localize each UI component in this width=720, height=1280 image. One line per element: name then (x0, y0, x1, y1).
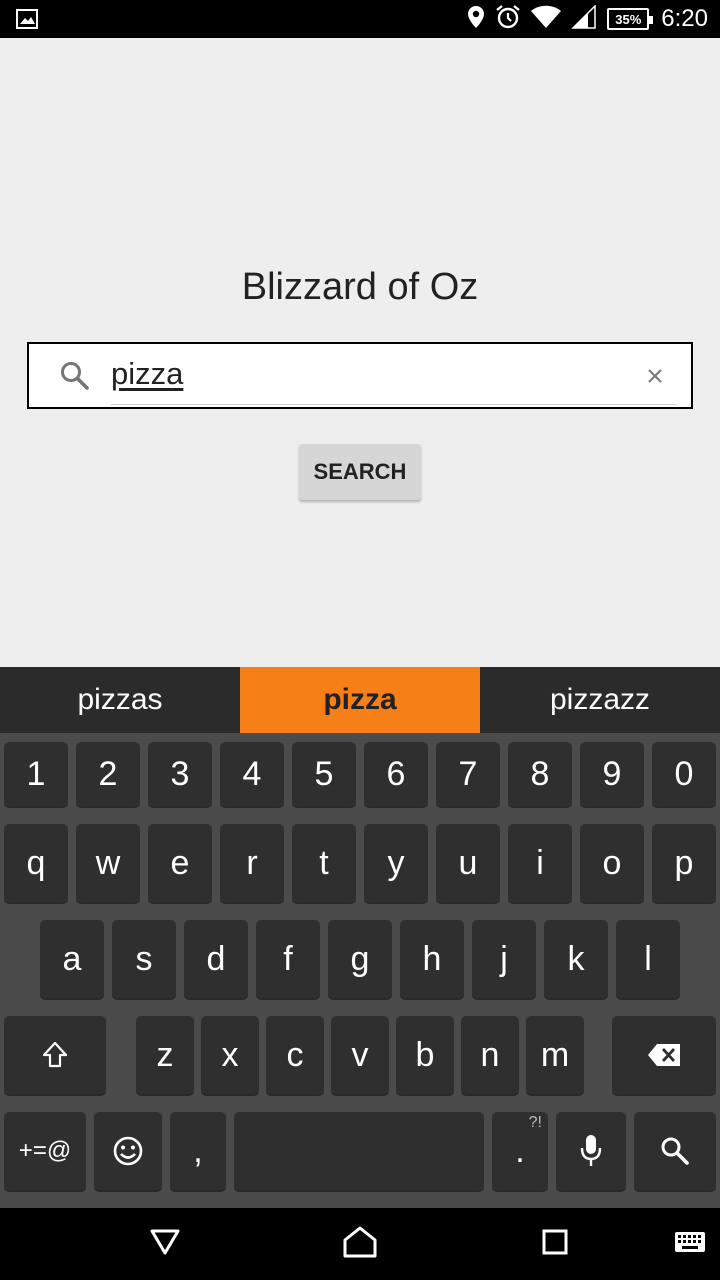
key-k[interactable]: k (544, 920, 608, 998)
key-u[interactable]: u (436, 824, 500, 902)
key-g[interactable]: g (328, 920, 392, 998)
search-key[interactable] (634, 1112, 716, 1190)
voice-input-key[interactable] (556, 1112, 626, 1190)
key-digit-7[interactable]: 7 (436, 742, 500, 806)
key-m[interactable]: m (526, 1016, 584, 1094)
key-o[interactable]: o (580, 824, 644, 902)
search-button[interactable]: SEARCH (299, 444, 421, 500)
back-button[interactable] (135, 1208, 195, 1280)
key-s[interactable]: s (112, 920, 176, 998)
shift-key[interactable] (4, 1016, 106, 1094)
key-digit-4[interactable]: 4 (220, 742, 284, 806)
key-r[interactable]: r (220, 824, 284, 902)
search-icon (59, 360, 91, 392)
suggestion-strip: pizzas pizza pizzazz (0, 667, 720, 733)
back-icon (150, 1229, 180, 1259)
keyboard-switch-button[interactable] (668, 1208, 712, 1280)
key-b[interactable]: b (396, 1016, 454, 1094)
key-a[interactable]: a (40, 920, 104, 998)
key-digit-5[interactable]: 5 (292, 742, 356, 806)
key-y[interactable]: y (364, 824, 428, 902)
key-i[interactable]: i (508, 824, 572, 902)
image-icon (16, 9, 38, 29)
key-x[interactable]: x (201, 1016, 259, 1094)
key-e[interactable]: e (148, 824, 212, 902)
key-digit-6[interactable]: 6 (364, 742, 428, 806)
key-f[interactable]: f (256, 920, 320, 998)
key-digit-8[interactable]: 8 (508, 742, 572, 806)
search-icon (660, 1136, 690, 1166)
period-label: . (515, 1131, 525, 1170)
signal-icon (571, 4, 597, 33)
key-h[interactable]: h (400, 920, 464, 998)
key-w[interactable]: w (76, 824, 140, 902)
navigation-bar (0, 1208, 720, 1280)
search-query-text[interactable]: pizza (111, 356, 183, 392)
backspace-key[interactable] (612, 1016, 716, 1094)
battery-percent: 35% (615, 11, 642, 27)
search-input[interactable]: pizza (27, 342, 693, 409)
soft-keyboard: pizzas pizza pizzazz 1234567890 qwertyuio… (0, 667, 720, 1208)
suggestion-pizzas[interactable]: pizzas (0, 667, 240, 733)
key-d[interactable]: d (184, 920, 248, 998)
key-digit-2[interactable]: 2 (76, 742, 140, 806)
home-button[interactable] (330, 1208, 390, 1280)
wifi-icon (531, 5, 562, 33)
suggestion-pizza[interactable]: pizza (240, 667, 480, 733)
page-title: Blizzard of Oz (241, 266, 479, 308)
key-t[interactable]: t (292, 824, 356, 902)
key-q[interactable]: q (4, 824, 68, 902)
clear-icon[interactable] (645, 366, 665, 386)
alarm-icon (495, 4, 521, 34)
key-v[interactable]: v (331, 1016, 389, 1094)
period-hint: ?! (528, 1114, 542, 1131)
space-key[interactable] (234, 1112, 484, 1190)
key-digit-3[interactable]: 3 (148, 742, 212, 806)
recents-button[interactable] (525, 1208, 585, 1280)
key-n[interactable]: n (461, 1016, 519, 1094)
comma-key[interactable]: , (170, 1112, 226, 1190)
key-l[interactable]: l (616, 920, 680, 998)
comma-label: , (193, 1131, 203, 1170)
emoji-icon (112, 1135, 144, 1167)
recents-icon (542, 1229, 568, 1259)
key-digit-0[interactable]: 0 (652, 742, 716, 806)
key-p[interactable]: p (652, 824, 716, 902)
key-j[interactable]: j (472, 920, 536, 998)
backspace-icon (647, 1043, 681, 1067)
microphone-icon (579, 1134, 603, 1168)
status-bar: 35% 6:20 (0, 0, 720, 38)
search-underline (111, 404, 677, 405)
period-key[interactable]: ?! . (492, 1112, 548, 1190)
suggestion-pizzazz[interactable]: pizzazz (480, 667, 720, 733)
battery-icon: 35% (607, 8, 654, 30)
key-digit-9[interactable]: 9 (580, 742, 644, 806)
key-z[interactable]: z (136, 1016, 194, 1094)
home-icon (343, 1226, 377, 1262)
shift-icon (42, 1041, 68, 1069)
key-digit-1[interactable]: 1 (4, 742, 68, 806)
keyboard-switch-icon (674, 1231, 706, 1257)
location-icon (467, 5, 485, 33)
symbols-key[interactable]: +=@ (4, 1112, 86, 1190)
key-c[interactable]: c (266, 1016, 324, 1094)
status-time: 6:20 (661, 5, 708, 32)
emoji-key[interactable] (94, 1112, 162, 1190)
